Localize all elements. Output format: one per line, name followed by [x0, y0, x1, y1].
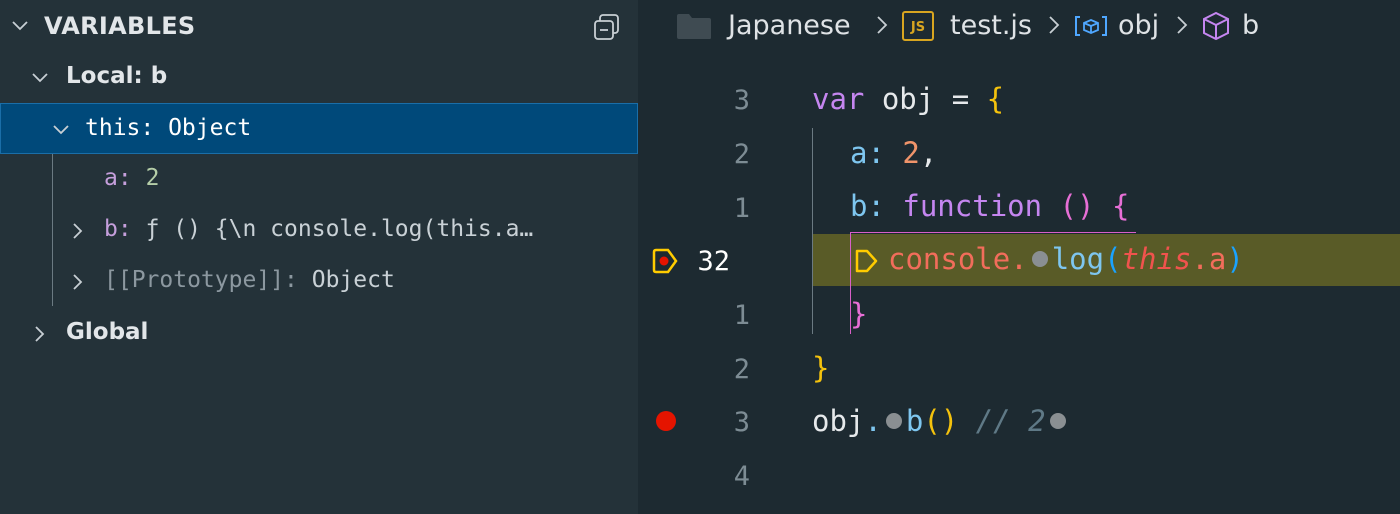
line-number: 3	[733, 85, 750, 116]
variable-b-value: ƒ () {\n console.log(this.a…	[145, 216, 534, 242]
line-number: 3	[733, 407, 750, 438]
indent-guide	[812, 128, 813, 334]
line-number: 4	[733, 461, 750, 492]
variable-a-value: 2	[145, 165, 160, 191]
breakpoint-icon[interactable]	[656, 411, 676, 431]
variable-this[interactable]: this: Object	[0, 103, 638, 154]
variable-prototype-name: [[Prototype]]:	[104, 267, 298, 293]
line-number-current: 32	[697, 246, 730, 277]
code-line: var obj = {	[812, 82, 1005, 116]
variable-a-name: a:	[104, 165, 132, 191]
collapse-all-icon[interactable]	[592, 12, 622, 42]
variable-prototype-value: Object	[311, 267, 395, 293]
code-line: }	[850, 297, 868, 331]
variable-b-name: b:	[104, 216, 132, 242]
inline-breakpoint-icon[interactable]	[854, 248, 880, 274]
inline-breakpoint-dot[interactable]	[885, 413, 902, 429]
breadcrumb: Japanese JS test.js obj b	[638, 0, 1400, 52]
variable-prototype[interactable]: [[Prototype]]: Object	[0, 256, 638, 307]
folder-icon	[676, 12, 712, 40]
inline-breakpoint-dot[interactable]	[1031, 251, 1048, 267]
line-number: 1	[733, 300, 750, 331]
chevron-right-icon[interactable]	[68, 272, 88, 292]
scope-global[interactable]: Global	[0, 308, 638, 359]
code-line: a: 2,	[850, 136, 938, 170]
variable-this-label: this: Object	[85, 115, 252, 141]
variable-a[interactable]: a: 2	[0, 154, 638, 205]
bracket-pair-guide	[850, 232, 1136, 233]
scope-local[interactable]: Local: b	[0, 52, 638, 103]
variable-b[interactable]: b: ƒ () {\n console.log(this.a…	[0, 205, 638, 256]
breadcrumb-folder[interactable]: Japanese	[728, 10, 851, 41]
method-cube-icon	[1200, 10, 1232, 42]
code-line: b: function () {	[850, 189, 1130, 223]
breadcrumb-symbol-obj[interactable]: obj	[1118, 10, 1159, 41]
chevron-right-icon[interactable]	[68, 221, 88, 241]
chevron-right-icon	[874, 14, 890, 36]
chevron-down-icon[interactable]	[51, 120, 71, 140]
chevron-down-icon[interactable]	[10, 16, 30, 36]
line-number: 2	[733, 139, 750, 170]
javascript-file-icon: JS	[902, 11, 934, 41]
chevron-right-icon	[1174, 14, 1190, 36]
scope-global-label: Global	[66, 319, 149, 345]
code-line: }	[812, 351, 830, 385]
variables-title: VARIABLES	[44, 12, 196, 40]
inline-breakpoint-dot[interactable]	[1049, 413, 1066, 429]
variables-panel: VARIABLES Local: b this: Object a: 2 b: …	[0, 0, 638, 514]
scope-local-label: Local: b	[66, 63, 168, 89]
chevron-down-icon[interactable]	[30, 68, 50, 88]
chevron-right-icon[interactable]	[30, 324, 50, 344]
code-line-current: console. log(this.a)	[888, 242, 1244, 276]
breadcrumb-symbol-b[interactable]: b	[1242, 10, 1259, 41]
breadcrumb-file[interactable]: test.js	[950, 10, 1032, 41]
line-number: 1	[733, 193, 750, 224]
variable-symbol-icon	[1072, 11, 1110, 41]
variables-header[interactable]: VARIABLES	[0, 0, 638, 52]
code-editor[interactable]: Japanese JS test.js obj b 3 2 1 32 1 2 3…	[638, 0, 1400, 514]
line-number: 2	[733, 354, 750, 385]
chevron-right-icon	[1046, 14, 1062, 36]
code-line: obj. b() // 2	[812, 404, 1070, 438]
